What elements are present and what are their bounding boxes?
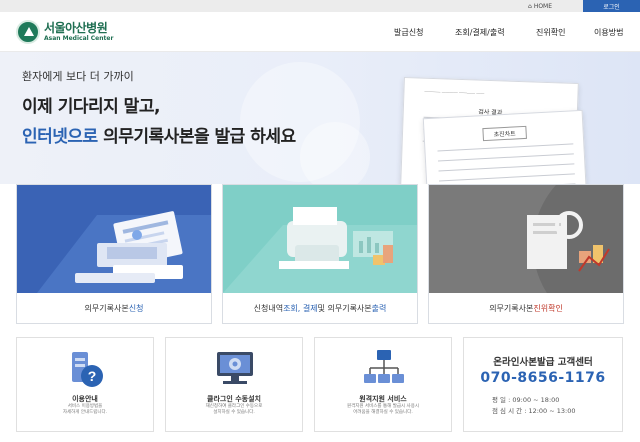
hospital-emblem-icon <box>16 20 40 44</box>
home-link[interactable]: ⌂ HOME <box>528 0 552 12</box>
customer-center: 온라인사본발급 고객센터 070-8656-1176 평 일 : 09:00 ~… <box>463 337 623 432</box>
document-illustration-front: 초진차트 <box>422 109 588 184</box>
card-verify[interactable]: 의무기록사본 진위확인 <box>428 184 624 324</box>
nav-verify[interactable]: 진위확인 <box>536 12 565 52</box>
nav-inquiry[interactable]: 조회/결제/출력 <box>455 12 505 52</box>
hero-headline-1: 이제 기다리지 말고, <box>22 97 160 117</box>
card-apply-illustration <box>17 185 211 293</box>
logo-name-en: Asan Medical Center <box>44 35 114 42</box>
logo-name-ko: 서울아산병원 <box>44 21 108 35</box>
home-icon: ⌂ <box>528 2 532 10</box>
info-box-plugin-title: 클라그인 수동설치 <box>207 395 261 403</box>
hero-banner: 환자에게 보다 더 가까이 이제 기다리지 말고, 인터넷으로 의무기록사본을 … <box>0 52 640 184</box>
card-inquiry-label: 신청내역 조회, 결제 및 의무기록사본 출력 <box>253 303 387 313</box>
svg-text:?: ? <box>88 368 97 384</box>
info-box-plugin-desc: 재신청하여 클라그인 수동으로 설치하실 수 있습니다. <box>205 404 263 416</box>
settings-monitor-icon <box>213 346 257 390</box>
network-icon <box>362 346 406 390</box>
login-button[interactable]: 로그인 <box>583 0 640 12</box>
card-verify-illustration <box>429 185 623 293</box>
customer-center-phone[interactable]: 070-8656-1176 <box>464 370 622 386</box>
info-box-remote-desc: 원격지원 서비스를 통해 발급시 사용시 어려움을 해결하실 수 있습니다. <box>347 404 419 416</box>
site-header: 서울아산병원 Asan Medical Center 발급신청 조회/결제/출력… <box>0 12 640 52</box>
card-verify-label: 의무기록사본 진위확인 <box>489 303 563 313</box>
info-box-remote[interactable]: 원격지원 서비스 원격지원 서비스를 통해 발급시 사용시 어려움을 해결하실 … <box>314 337 452 432</box>
lunch-hours: 점 심 시 간 : 12:00 ~ 13:00 <box>492 407 576 415</box>
top-utility-bar: ⌂ HOME 로그인 <box>0 0 640 12</box>
hero-headline-2: 인터넷으로 의무기록사본을 발급 하세요 <box>22 122 296 147</box>
card-inquiry-illustration <box>223 185 417 293</box>
card-inquiry[interactable]: 신청내역 조회, 결제 및 의무기록사본 출력 <box>222 184 418 324</box>
weekday-hours: 평 일 : 09:00 ~ 18:00 <box>492 396 560 404</box>
hero-subtitle: 환자에게 보다 더 가까이 <box>22 70 134 83</box>
hero-headline-rest: 의무기록사본을 발급 하세요 <box>97 127 296 147</box>
card-apply[interactable]: 의무기록사본 신청 <box>16 184 212 324</box>
info-box-guide[interactable]: ? 이용안내 서비스 이용방법을 자세하게 안내드립니다. <box>16 337 154 432</box>
help-icon: ? <box>64 346 108 390</box>
nav-guide[interactable]: 이용방법 <box>594 12 623 52</box>
home-label: HOME <box>533 2 553 10</box>
doc-front-title: 초진차트 <box>482 125 527 142</box>
info-box-guide-desc: 서비스 이용방법을 자세하게 안내드립니다. <box>62 404 108 416</box>
info-box-guide-title: 이용안내 <box>72 395 98 403</box>
hero-highlight: 인터넷으로 <box>22 127 98 147</box>
info-box-plugin[interactable]: 클라그인 수동설치 재신청하여 클라그인 수동으로 설치하실 수 있습니다. <box>165 337 303 432</box>
info-box-remote-title: 원격지원 서비스 <box>359 395 407 403</box>
card-apply-label: 의무기록사본 신청 <box>84 303 144 313</box>
site-logo[interactable]: 서울아산병원 Asan Medical Center <box>16 20 113 44</box>
nav-apply[interactable]: 발급신청 <box>394 12 423 52</box>
customer-center-title: 온라인사본발급 고객센터 <box>493 357 593 368</box>
